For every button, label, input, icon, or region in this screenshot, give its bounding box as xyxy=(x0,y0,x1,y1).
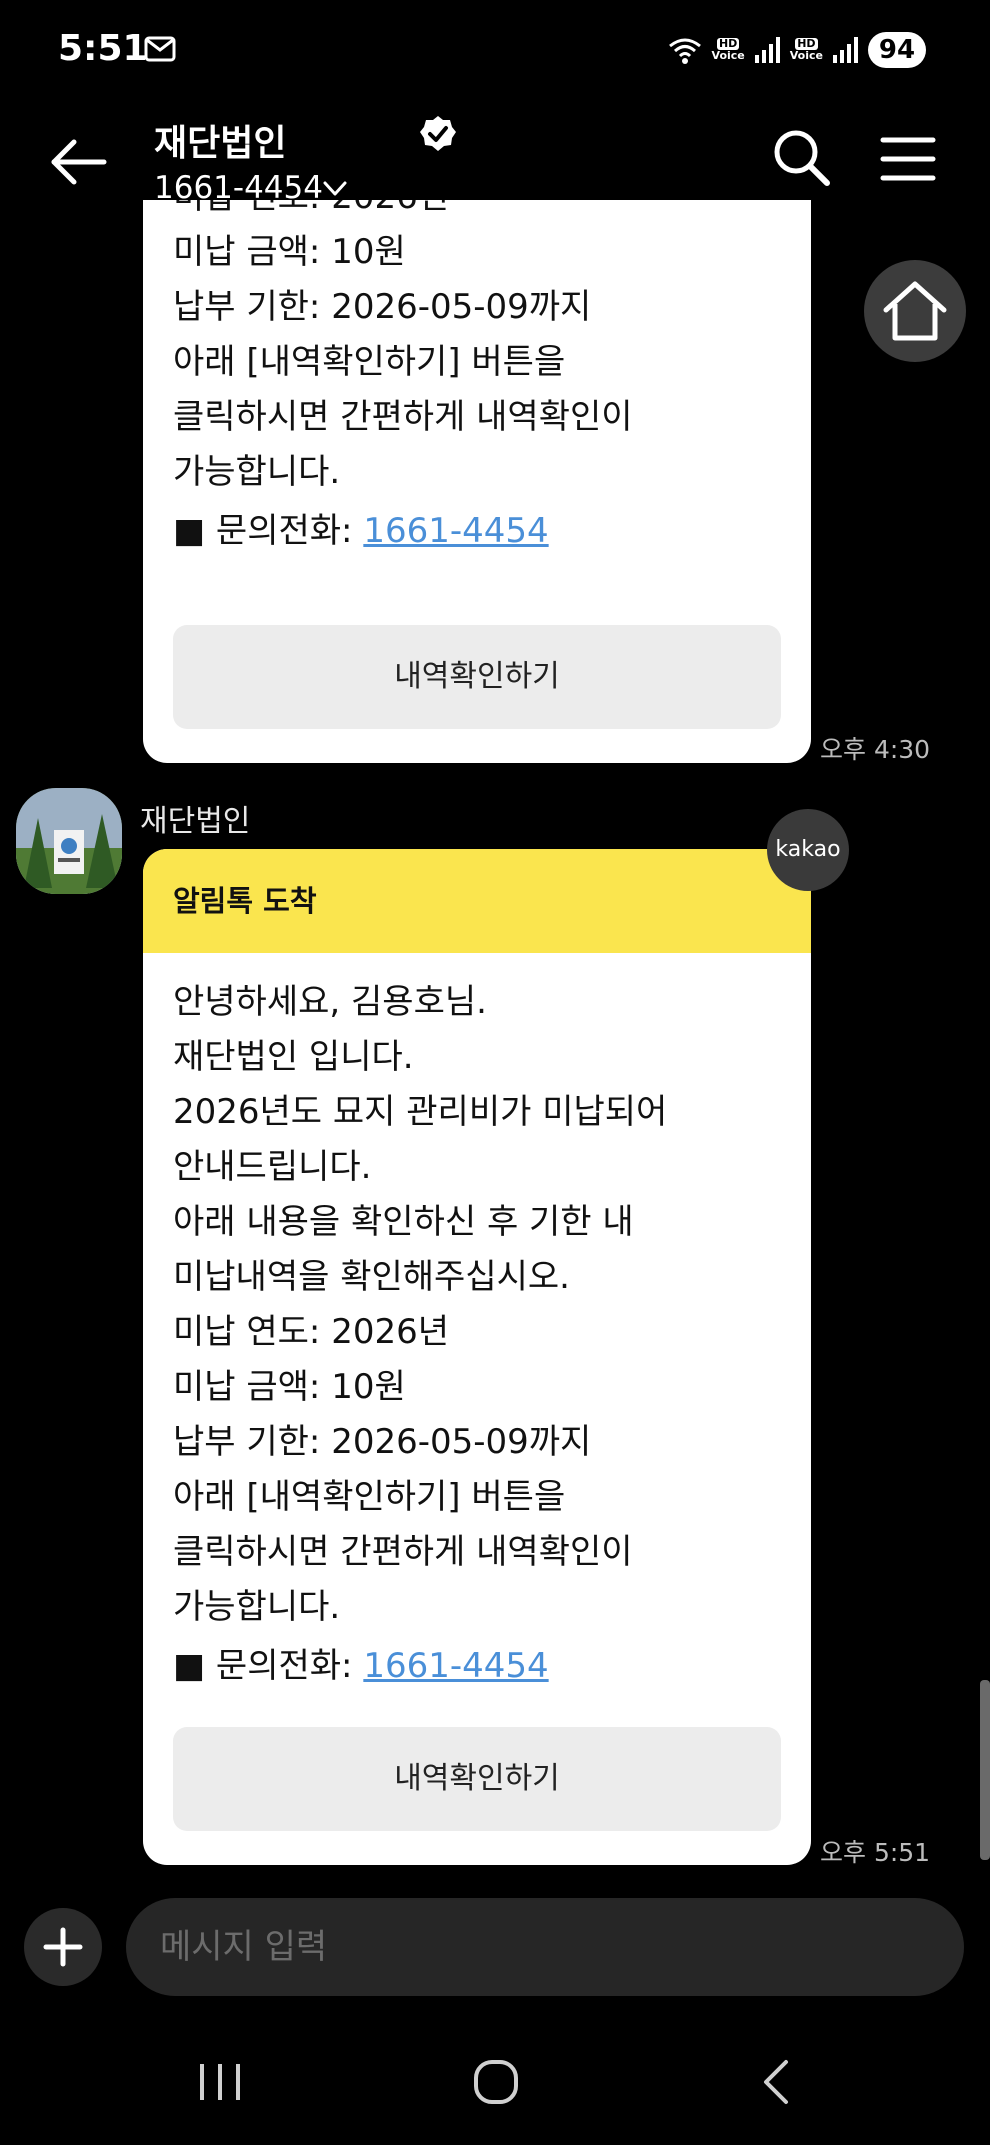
status-time: 5:51 xyxy=(58,28,148,69)
contact-line: ■ 문의전화: 1661-4454 xyxy=(173,1646,549,1686)
home-icon xyxy=(883,281,947,341)
battery-icon: 94 xyxy=(868,32,926,68)
home-nav-icon[interactable] xyxy=(472,2058,520,2106)
message-time: 오후 5:51 xyxy=(820,1838,931,1867)
redacted-block xyxy=(254,778,382,844)
phone-link[interactable]: 1661-4454 xyxy=(363,511,548,551)
scrollbar[interactable] xyxy=(980,1680,990,1860)
contact-line: ■ 문의전화: 1661-4454 xyxy=(173,511,549,551)
message-line: 납부 기한: 2026-05-09까지 xyxy=(173,1422,592,1462)
plus-icon xyxy=(43,1927,83,1967)
avatar-image xyxy=(16,788,122,894)
status-bar: 5:51 HD Voice HD Voice 94 xyxy=(0,0,990,100)
message-line: 납부 기한: 2026-05-09까지 xyxy=(173,287,592,327)
message-line: 미납 금액: 10원 xyxy=(173,1367,406,1407)
sender-name: 재단법인 xyxy=(140,804,251,839)
phone-link[interactable]: 1661-4454 xyxy=(363,1646,548,1686)
confirm-details-button[interactable]: 내역확인하기 xyxy=(173,625,781,729)
message-line: 클릭하시면 간편하게 내역확인이 xyxy=(173,1532,633,1572)
message-body: 미납 연도: 2026년 미납 금액: 10원 납부 기한: 2026-05-0… xyxy=(143,200,663,559)
message-line: 가능합니다. xyxy=(173,452,341,492)
mail-icon xyxy=(144,36,176,62)
kakao-badge: kakao xyxy=(767,809,849,891)
message-input[interactable]: 메시지 입력 xyxy=(126,1898,964,1996)
confirm-details-button[interactable]: 내역확인하기 xyxy=(173,1727,781,1831)
message-line: 가능합니다. xyxy=(173,1587,341,1627)
avatar[interactable] xyxy=(16,788,122,894)
message-line: 아래 [내역확인하기] 버튼을 xyxy=(173,1477,566,1517)
status-icons: HD Voice HD Voice 94 xyxy=(668,32,926,68)
message-line: 클릭하시면 간편하게 내역확인이 xyxy=(173,397,633,437)
signal-icon xyxy=(754,37,780,63)
message-line: 재단법인 입니다. xyxy=(173,1037,414,1077)
back-nav-icon[interactable] xyxy=(754,2058,802,2106)
wifi-icon xyxy=(668,38,701,64)
add-button[interactable] xyxy=(24,1908,102,1986)
hd-voice-badge: HD Voice xyxy=(711,37,745,62)
message-line: 안내드립니다. xyxy=(173,1147,372,1187)
header-backdrop xyxy=(0,100,990,237)
message-line: 2026년도 묘지 관리비가 미납되어 xyxy=(173,1092,668,1132)
hd-voice-badge-2: HD Voice xyxy=(789,37,823,62)
home-float-button[interactable] xyxy=(864,260,966,362)
message-bubble: 미납 연도: 2026년 미납 금액: 10원 납부 기한: 2026-05-0… xyxy=(143,200,811,763)
message-bubble: 알림톡 도착 안녕하세요, 김용호님. 재단법인 입니다. 2026년도 묘지 … xyxy=(143,849,811,1865)
message-line: 미납내역을 확인해주십시오. xyxy=(173,1257,570,1297)
message-line: 미납 연도: 2026년 xyxy=(173,1312,449,1352)
signal-icon-2 xyxy=(833,37,858,63)
alimtalk-header: 알림톡 도착 xyxy=(143,849,811,953)
message-line: 안녕하세요, 김용호님. xyxy=(173,982,487,1022)
message-line: 아래 [내역확인하기] 버튼을 xyxy=(173,342,566,382)
message-time: 오후 4:30 xyxy=(820,735,931,764)
message-line: 아래 내용을 확인하신 후 기한 내 xyxy=(173,1202,634,1242)
recent-apps-icon[interactable] xyxy=(196,2058,244,2106)
message-body: 안녕하세요, 김용호님. 재단법인 입니다. 2026년도 묘지 관리비가 미납… xyxy=(143,953,811,1694)
